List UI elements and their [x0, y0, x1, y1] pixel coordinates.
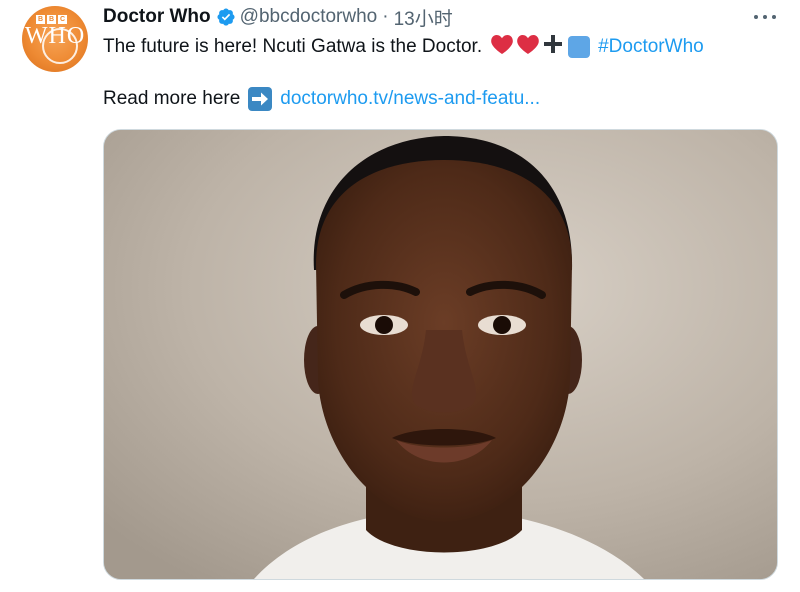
tweet-text-body: The future is here! Ncuti Gatwa is the D… — [103, 36, 483, 57]
separator-dot: · — [382, 6, 389, 27]
article-link[interactable]: doctorwho.tv/news-and-featu... — [280, 88, 540, 110]
timestamp[interactable]: 13小时 — [394, 4, 453, 31]
tweet[interactable]: B B C WHO Doctor Who @bbcdoctorwho · 13小… — [0, 0, 800, 592]
tweet-header: Doctor Who @bbcdoctorwho · 13小时 — [103, 4, 453, 31]
blue-square-emoji — [568, 36, 591, 58]
tweet-media-photo[interactable] — [103, 129, 778, 580]
read-more-line: Read more here doctorwho.tv/news-and-fea… — [103, 87, 540, 111]
red-heart-emoji — [490, 33, 514, 61]
who-logo-text: WHO — [24, 23, 86, 49]
hashtag-link[interactable]: #DoctorWho — [598, 36, 704, 58]
display-name[interactable]: Doctor Who — [103, 6, 211, 28]
heavy-plus-emoji — [542, 33, 564, 61]
read-more-text: Read more here — [103, 88, 241, 109]
verified-badge-icon — [216, 7, 236, 27]
avatar[interactable]: B B C WHO — [22, 6, 88, 72]
right-arrow-emoji — [248, 87, 273, 111]
tweet-text: The future is here! Ncuti Gatwa is the D… — [103, 33, 704, 61]
handle[interactable]: @bbcdoctorwho — [240, 6, 378, 28]
portrait-photo — [104, 130, 777, 579]
more-options-icon[interactable] — [754, 9, 776, 25]
red-heart-emoji — [516, 33, 540, 61]
